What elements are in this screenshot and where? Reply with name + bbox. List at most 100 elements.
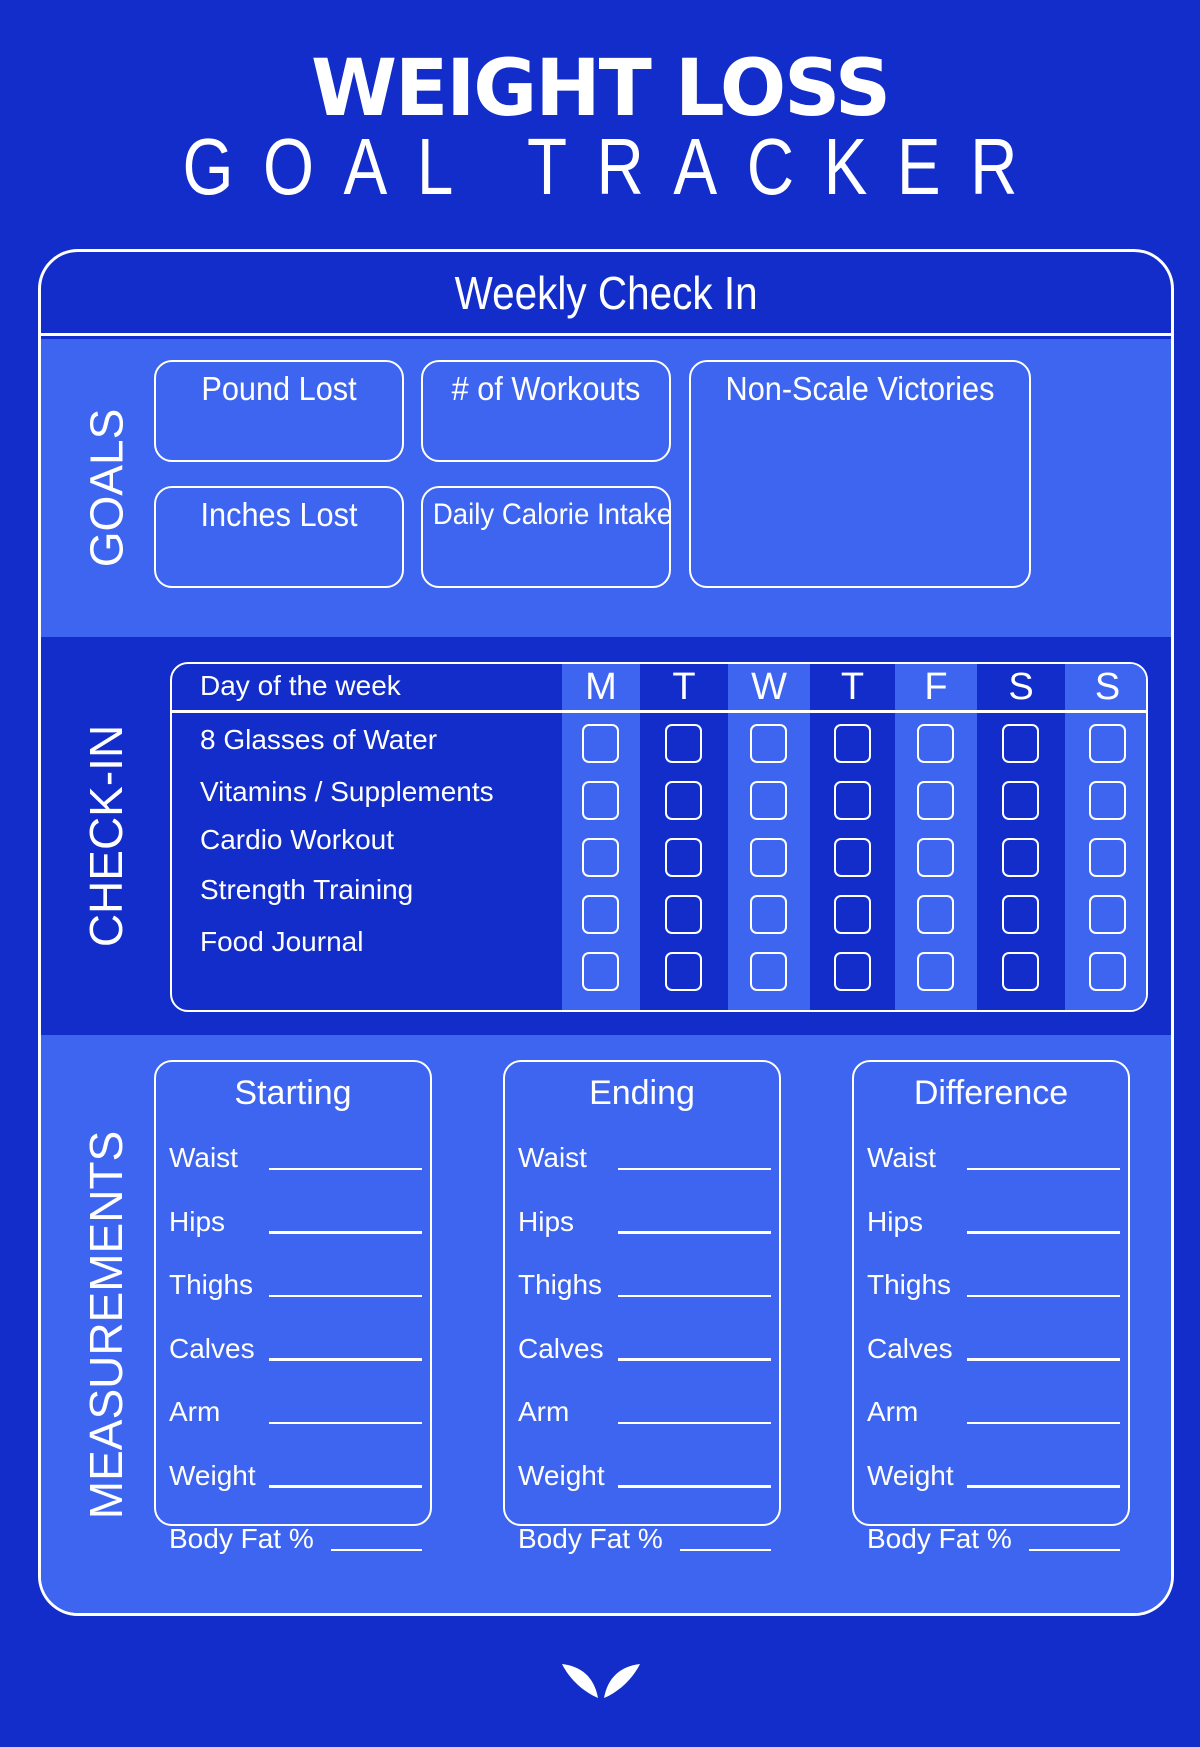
day-letter: T bbox=[840, 666, 865, 708]
goal-box-workouts[interactable]: # of Workouts bbox=[421, 360, 671, 462]
measurement-input-line[interactable] bbox=[967, 1167, 1120, 1170]
checkin-row-label: Strength Training bbox=[200, 874, 414, 905]
measurement-field: Thighs bbox=[169, 1261, 422, 1301]
checkbox[interactable] bbox=[833, 781, 871, 820]
checkbox[interactable] bbox=[1088, 952, 1126, 991]
measurement-input-line[interactable] bbox=[269, 1167, 422, 1170]
checkbox[interactable] bbox=[1002, 724, 1039, 763]
checkbox[interactable] bbox=[833, 952, 871, 991]
measurement-field-label: Arm bbox=[867, 1396, 919, 1427]
measurement-input-line[interactable] bbox=[680, 1548, 771, 1551]
measurement-column-ending: Ending Waist Hips Thighs Calves Arm Weight Body… bbox=[503, 1060, 781, 1554]
checkbox[interactable] bbox=[750, 895, 787, 934]
measurement-input-line[interactable] bbox=[269, 1421, 422, 1424]
checkbox[interactable] bbox=[917, 781, 954, 820]
measurement-input-line[interactable] bbox=[618, 1485, 771, 1488]
measurement-input-line[interactable] bbox=[618, 1421, 771, 1424]
checkbox[interactable] bbox=[750, 838, 787, 877]
checkin-label: CHECK-IN bbox=[41, 637, 171, 1035]
measurement-field-label: Body Fat % bbox=[169, 1523, 314, 1554]
measurements-label: MEASUREMENTS bbox=[41, 1035, 171, 1613]
goal-box-inches-lost[interactable]: Inches Lost bbox=[154, 486, 404, 588]
day-letter: F bbox=[924, 666, 948, 708]
checkbox[interactable] bbox=[582, 781, 619, 820]
checkbox[interactable] bbox=[665, 781, 702, 820]
checkbox[interactable] bbox=[582, 724, 619, 763]
measurement-input-line[interactable] bbox=[618, 1358, 771, 1361]
checkbox[interactable] bbox=[750, 724, 787, 763]
checkbox[interactable] bbox=[665, 838, 702, 877]
measurement-column-starting: Starting Waist Hips Thighs Calves Arm Weight Bo… bbox=[154, 1060, 432, 1554]
measurement-input-line[interactable] bbox=[331, 1548, 422, 1551]
card-header: Weekly Check In bbox=[41, 252, 1171, 336]
measurement-field-label: Waist bbox=[518, 1142, 587, 1173]
checkbox[interactable] bbox=[917, 952, 954, 991]
measurement-input-line[interactable] bbox=[1029, 1548, 1120, 1551]
goals-section: GOALS Pound Lost # of Workouts Non-Scale… bbox=[41, 339, 1171, 637]
measurement-input-line[interactable] bbox=[269, 1294, 422, 1297]
goal-box-daily-calorie-intake[interactable]: Daily Calorie Intake bbox=[421, 486, 672, 588]
measurement-field-label: Hips bbox=[169, 1205, 226, 1237]
day-column: S bbox=[977, 664, 1065, 1010]
goal-box-pound-lost[interactable]: Pound Lost bbox=[154, 360, 404, 462]
measurement-column-title: Starting bbox=[234, 1074, 352, 1112]
checkbox[interactable] bbox=[917, 895, 954, 934]
measurement-field: Arm bbox=[867, 1388, 1120, 1428]
checkbox[interactable] bbox=[750, 952, 787, 991]
measurement-input-line[interactable] bbox=[967, 1294, 1120, 1297]
measurement-field: Body Fat % bbox=[169, 1515, 422, 1555]
checkbox[interactable] bbox=[1002, 781, 1039, 820]
day-of-week-label: Day of the week bbox=[200, 670, 401, 701]
checkbox[interactable] bbox=[750, 781, 787, 820]
goal-box-label: Non-Scale Victories bbox=[725, 370, 995, 407]
checkbox[interactable] bbox=[1088, 724, 1126, 763]
checkbox[interactable] bbox=[917, 838, 954, 877]
checkbox[interactable] bbox=[665, 952, 702, 991]
checkbox[interactable] bbox=[665, 724, 702, 763]
measurement-field: Body Fat % bbox=[867, 1515, 1120, 1555]
measurement-field: Waist bbox=[169, 1134, 422, 1174]
checkbox[interactable] bbox=[1088, 895, 1126, 934]
day-column: W bbox=[728, 664, 810, 1010]
measurement-field: Arm bbox=[518, 1388, 771, 1428]
day-column: S bbox=[1065, 664, 1146, 1010]
checkbox[interactable] bbox=[1002, 838, 1039, 877]
checkbox[interactable] bbox=[833, 724, 871, 763]
measurement-input-line[interactable] bbox=[269, 1485, 422, 1488]
measurement-input-line[interactable] bbox=[269, 1358, 422, 1361]
checkbox[interactable] bbox=[1002, 952, 1039, 991]
checkbox[interactable] bbox=[582, 895, 619, 934]
measurement-input-line[interactable] bbox=[967, 1358, 1120, 1361]
measurement-column-title: Ending bbox=[589, 1074, 695, 1112]
day-column: T bbox=[640, 664, 728, 1010]
measurement-input-line[interactable] bbox=[967, 1485, 1120, 1488]
measurement-input-line[interactable] bbox=[618, 1231, 771, 1234]
goal-box-non-scale-victories[interactable]: Non-Scale Victories bbox=[689, 360, 1031, 588]
measurement-input-line[interactable] bbox=[269, 1231, 422, 1234]
weekly-check-in-card: Weekly Check In GOALS Pound Lost # of Wo… bbox=[38, 249, 1174, 1616]
checkbox[interactable] bbox=[582, 838, 619, 877]
measurement-field-label: Weight bbox=[169, 1459, 256, 1491]
checkbox[interactable] bbox=[1002, 895, 1039, 934]
measurement-field: Hips bbox=[518, 1198, 771, 1238]
measurement-input-line[interactable] bbox=[967, 1231, 1120, 1234]
measurement-column-title: Difference bbox=[913, 1074, 1069, 1112]
day-letter: S bbox=[1094, 666, 1121, 708]
checkbox[interactable] bbox=[917, 724, 954, 763]
measurement-field: Thighs bbox=[518, 1261, 771, 1301]
day-letter: S bbox=[1008, 666, 1034, 708]
checkbox[interactable] bbox=[665, 895, 702, 934]
measurement-field-label: Thighs bbox=[518, 1269, 603, 1300]
measurement-field: Waist bbox=[867, 1134, 1120, 1174]
checkbox[interactable] bbox=[1088, 781, 1126, 820]
measurement-input-line[interactable] bbox=[618, 1167, 771, 1170]
checkbox[interactable] bbox=[833, 838, 871, 877]
measurement-input-line[interactable] bbox=[618, 1294, 771, 1297]
checkbox[interactable] bbox=[1088, 838, 1126, 877]
checkbox[interactable] bbox=[582, 952, 619, 991]
checkbox[interactable] bbox=[833, 895, 871, 934]
measurement-input-line[interactable] bbox=[967, 1421, 1120, 1424]
measurement-field-label: Body Fat % bbox=[867, 1523, 1012, 1554]
day-column: M bbox=[562, 664, 640, 1010]
goal-box-label: Pound Lost bbox=[201, 370, 357, 407]
